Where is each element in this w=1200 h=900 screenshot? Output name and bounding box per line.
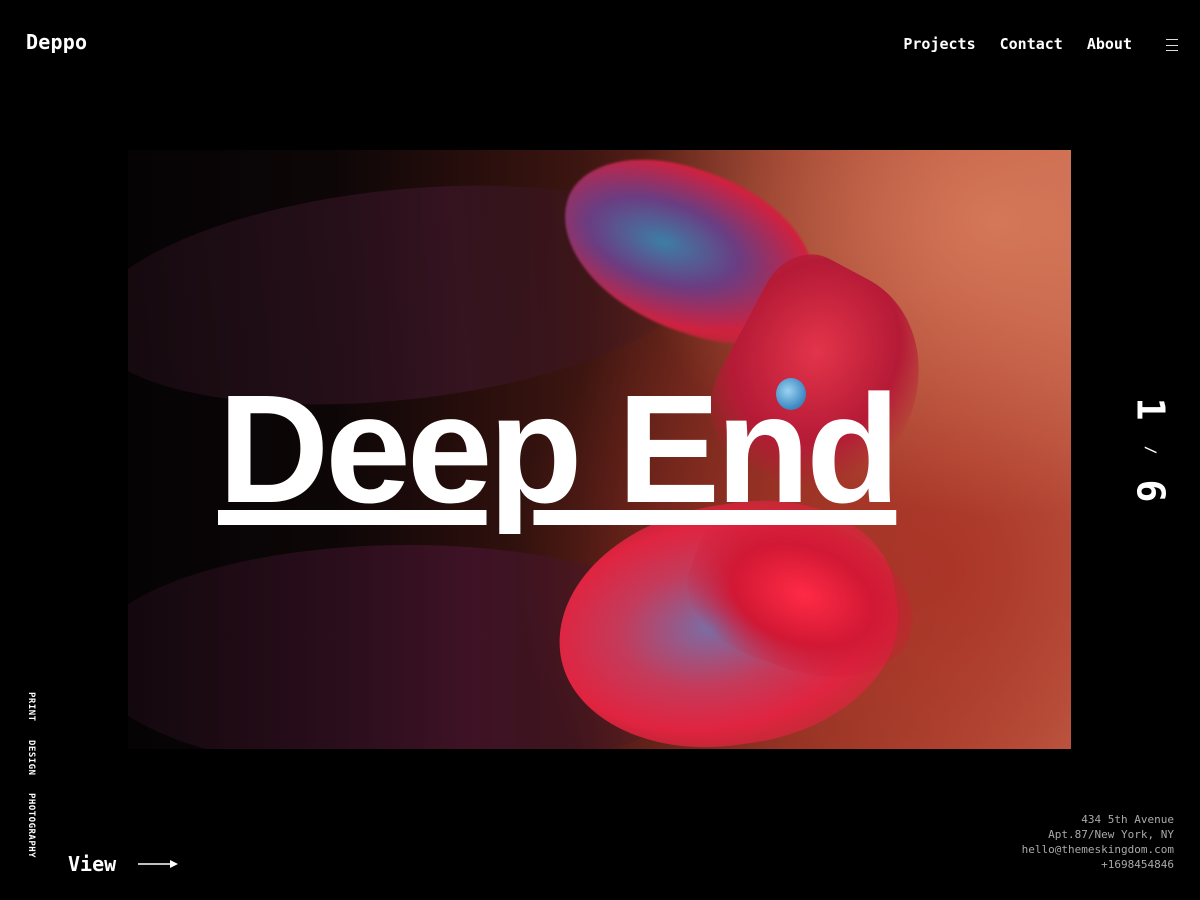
hamburger-line — [1166, 44, 1178, 46]
nav-item-about[interactable]: About — [1087, 35, 1132, 53]
slide-total: 6 — [1127, 479, 1172, 503]
hamburger-line — [1166, 50, 1178, 51]
project-title[interactable]: Deep End — [218, 372, 900, 526]
category-print[interactable]: PRINT — [26, 692, 36, 722]
category-list: PRINT DESIGN PHOTOGRAPHY — [26, 692, 36, 858]
contact-info: 434 5th Avenue Apt.87/New York, NY hello… — [1022, 812, 1174, 872]
hamburger-line — [1166, 39, 1178, 40]
nav-item-projects[interactable]: Projects — [903, 35, 975, 53]
address-line-2: Apt.87/New York, NY — [1048, 828, 1174, 841]
category-design[interactable]: DESIGN — [26, 740, 36, 776]
arrow-right-icon — [138, 860, 179, 868]
category-photography[interactable]: PHOTOGRAPHY — [26, 793, 36, 858]
main-nav: Projects Contact About — [903, 35, 1132, 53]
hamburger-icon[interactable] — [1166, 39, 1178, 51]
slide-counter: 1 / 6 — [1127, 390, 1172, 510]
page: Deppo Projects Contact About Deep End 1 … — [0, 0, 1200, 900]
email-link[interactable]: hello@themeskingdom.com — [1022, 842, 1174, 857]
slide-separator: / — [1142, 445, 1158, 455]
phone-link[interactable]: +1698454846 — [1022, 857, 1174, 872]
logo[interactable]: Deppo — [26, 30, 87, 54]
slide-current: 1 — [1127, 397, 1172, 421]
address-line-1: 434 5th Avenue — [1081, 813, 1174, 826]
nav-item-contact[interactable]: Contact — [1000, 35, 1063, 53]
view-project-link[interactable]: View — [68, 852, 179, 876]
view-label: View — [68, 852, 117, 876]
